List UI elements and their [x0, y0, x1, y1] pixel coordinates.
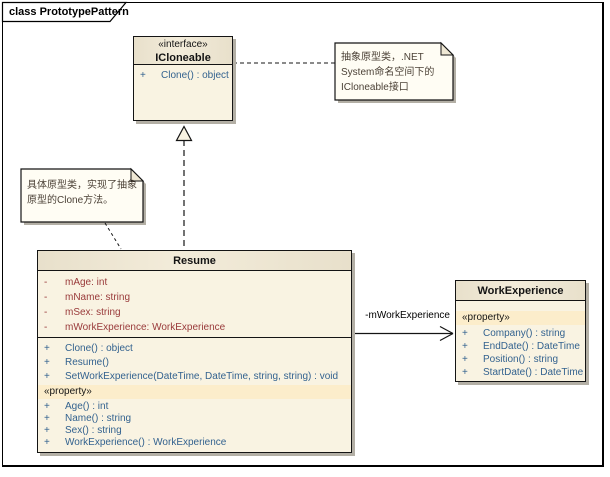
visibility-marker: - [44, 322, 48, 333]
property-row[interactable]: + Name() : string [38, 413, 351, 425]
property-group-label: «property» [38, 385, 351, 399]
operation-row[interactable]: + Clone() : object [38, 342, 351, 356]
visibility-marker: - [44, 277, 48, 288]
visibility-marker: + [462, 354, 468, 365]
visibility-marker: + [44, 425, 50, 436]
class-stereotype: «interface» [158, 39, 208, 50]
class-workexperience[interactable]: WorkExperience «property» + Company() : … [455, 280, 586, 382]
note-line: 抽象原型类，.NET [341, 52, 424, 63]
class-name: Resume [173, 255, 216, 267]
operations-compartment: + Clone() : object + Resume() + SetWorkE… [38, 338, 351, 385]
visibility-marker: + [44, 401, 50, 412]
attribute-row[interactable]: - mName: string [38, 290, 351, 305]
member-text: mWorkExperience: WorkExperience [65, 322, 226, 333]
member-text: WorkExperience() : WorkExperience [65, 437, 227, 448]
properties-compartment: + Age() : int + Name() : string + Sex() … [38, 399, 351, 449]
properties-compartment: + Company() : string + EndDate() : DateT… [456, 325, 585, 379]
member-text: mName: string [65, 292, 131, 303]
property-row[interactable]: + Position() : string [456, 353, 585, 366]
realization-triangle-arrowhead [175, 125, 193, 142]
class-icloneable[interactable]: «interface» ICloneable + Clone() : objec… [133, 36, 233, 121]
member-text: mAge: int [65, 277, 108, 288]
association-role-label: -mWorkExperience [365, 310, 450, 321]
member-text: Clone() : object [65, 343, 133, 354]
operation-row[interactable]: + Clone() : object [134, 69, 232, 83]
member-text: Sex() : string [65, 425, 122, 436]
note-concrete-prototype-text: 具体原型类，实现了抽象 原型的Clone方法。 [27, 178, 141, 208]
property-row[interactable]: + Age() : int [38, 401, 351, 413]
visibility-marker: + [44, 343, 50, 354]
property-group-label: «property» [456, 311, 585, 325]
attribute-row[interactable]: - mWorkExperience: WorkExperience [38, 320, 351, 335]
class-name: ICloneable [155, 52, 211, 64]
frame-tab-label: class PrototypePattern [9, 6, 129, 18]
operation-row[interactable]: + Resume() [38, 356, 351, 370]
visibility-marker: - [44, 307, 48, 318]
attribute-row[interactable]: - mSex: string [38, 305, 351, 320]
class-name: WorkExperience [477, 285, 564, 297]
property-row[interactable]: + EndDate() : DateTime [456, 340, 585, 353]
note-line: 原型的Clone方法。 [27, 195, 114, 206]
class-header: Resume [38, 251, 351, 271]
property-row[interactable]: + StartDate() : DateTime [456, 366, 585, 379]
property-row[interactable]: + Sex() : string [38, 425, 351, 437]
note-line: ICloneable接口 [341, 82, 409, 93]
diagram-canvas: class PrototypePattern «interface» IClon… [0, 0, 610, 477]
member-text: StartDate() : DateTime [483, 367, 584, 378]
visibility-marker: - [44, 292, 48, 303]
class-resume[interactable]: Resume - mAge: int - mName: string - mSe… [37, 250, 352, 453]
note-abstract-prototype-text: 抽象原型类，.NET System命名空间下的 ICloneable接口 [341, 50, 451, 95]
attributes-compartment-empty [456, 301, 585, 311]
member-text: Age() : int [65, 401, 109, 412]
member-text: Resume() [65, 357, 109, 368]
attributes-compartment: - mAge: int - mName: string - mSex: stri… [38, 271, 351, 338]
visibility-marker: + [462, 341, 468, 352]
operation-row[interactable]: + SetWorkExperience(DateTime, DateTime, … [38, 370, 351, 384]
property-row[interactable]: + WorkExperience() : WorkExperience [38, 437, 351, 449]
member-text: Clone() : object [161, 70, 229, 81]
note-line: System命名空间下的 [341, 67, 435, 78]
visibility-marker: + [462, 328, 468, 339]
visibility-marker: + [462, 367, 468, 378]
member-text: SetWorkExperience(DateTime, DateTime, st… [65, 371, 339, 382]
attribute-row[interactable]: - mAge: int [38, 275, 351, 290]
visibility-marker: + [44, 357, 50, 368]
member-text: EndDate() : DateTime [483, 341, 580, 352]
visibility-marker: + [44, 413, 50, 424]
visibility-marker: + [140, 70, 146, 81]
member-text: Position() : string [483, 354, 559, 365]
class-header: «interface» ICloneable [134, 37, 232, 65]
property-row[interactable]: + Company() : string [456, 327, 585, 340]
notelink-resume[interactable] [104, 222, 122, 250]
visibility-marker: + [44, 437, 50, 448]
operations-compartment: + Clone() : object [134, 65, 232, 83]
note-line: 具体原型类，实现了抽象 [27, 180, 137, 191]
class-header: WorkExperience [456, 281, 585, 301]
member-text: mSex: string [65, 307, 121, 318]
visibility-marker: + [44, 371, 50, 382]
member-text: Name() : string [65, 413, 132, 424]
member-text: Company() : string [483, 328, 566, 339]
